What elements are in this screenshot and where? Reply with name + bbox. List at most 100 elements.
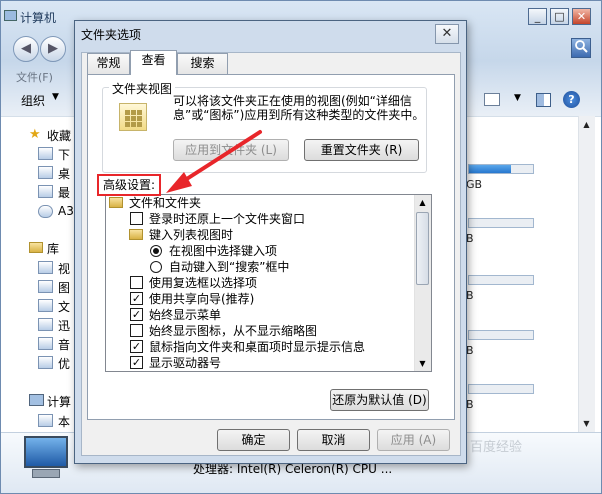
drive-size-unit: B	[466, 344, 474, 357]
sidebar-libraries[interactable]: 库	[47, 240, 59, 257]
restore-defaults-button[interactable]: 还原为默认值 (D)	[330, 389, 429, 411]
advanced-item-label: 登录时还原上一个文件夹窗口	[149, 212, 306, 226]
back-button[interactable]: ◀	[13, 36, 39, 62]
local-disk-icon	[38, 414, 53, 427]
ok-button[interactable]: 确定	[217, 429, 290, 451]
magnifier-icon	[575, 40, 588, 53]
advanced-item-label: 始终显示菜单	[149, 308, 222, 322]
favorites-star-icon: ★	[29, 127, 41, 142]
advanced-item-label: 自动键入到“搜索”框中	[169, 260, 290, 274]
scroll-up-icon[interactable]: ▲	[578, 118, 595, 132]
computer-stand-icon	[32, 469, 60, 478]
drive-size-unit: B	[466, 289, 474, 302]
sidebar-item-thunder[interactable]: 迅	[58, 317, 70, 334]
advanced-item-label: 键入列表视图时	[149, 228, 234, 242]
sidebar-item-local-disk[interactable]: 本	[58, 413, 70, 430]
advanced-item-label: 使用共享向导(推荐)	[149, 292, 255, 306]
drive-usage-bar	[468, 164, 534, 174]
thunder-download-icon	[38, 318, 53, 331]
cancel-button[interactable]: 取消	[297, 429, 370, 451]
checkbox[interactable]	[130, 276, 143, 289]
folder-view-icon	[119, 103, 147, 131]
sidebar-item-a3[interactable]: A3	[58, 204, 74, 218]
tab-general[interactable]: 常规	[87, 53, 130, 74]
folder-view-description: 可以将该文件夹正在使用的视图(例如“详细信息”或“图标”)应用到所有这种类型的文…	[173, 94, 425, 122]
computer-monitor-icon	[24, 436, 68, 468]
explorer-scrollbar[interactable]	[578, 116, 595, 433]
computer-window-icon	[4, 10, 17, 21]
checkbox[interactable]	[130, 324, 143, 337]
pictures-icon	[38, 280, 53, 293]
drive-usage-fill	[469, 165, 511, 173]
sidebar-item-videos[interactable]: 视	[58, 260, 70, 277]
maximize-button[interactable]: □	[550, 8, 569, 25]
youku-icon	[38, 356, 53, 369]
advanced-settings-items: 文件和文件夹 登录时还原上一个文件夹窗口 键入列表视图时 在视图中选择键入项 自动键入到…	[105, 194, 414, 372]
advanced-item-label: 在视图中选择键入项	[169, 244, 278, 258]
drive-usage-bar	[468, 275, 534, 285]
help-icon[interactable]: ?	[563, 91, 580, 108]
advanced-item-label: 始终显示图标，从不显示缩略图	[149, 324, 318, 338]
drive-usage-bar	[468, 218, 534, 228]
drive-size-unit: B	[466, 232, 474, 245]
preview-pane-icon[interactable]	[536, 93, 551, 107]
sidebar-item-youku[interactable]: 优	[58, 355, 70, 372]
forward-button[interactable]: ▶	[40, 36, 66, 62]
sidebar-item-documents[interactable]: 文	[58, 298, 70, 315]
advanced-item-label: 显示驱动器号	[149, 356, 222, 370]
computer-icon	[29, 394, 44, 406]
drive-size-unit: GB	[466, 178, 483, 191]
checkbox-checked[interactable]: ✓	[130, 308, 143, 321]
radio-selected[interactable]	[150, 245, 162, 257]
reset-folders-button[interactable]: 重置文件夹 (R)	[304, 139, 419, 161]
folder-icon	[109, 197, 123, 208]
sidebar-item-desktop[interactable]: 桌	[58, 165, 70, 182]
downloads-icon	[38, 147, 53, 160]
annotation-arrow-icon	[166, 130, 262, 193]
tab-search[interactable]: 搜索	[177, 53, 228, 74]
dialog-title: 文件夹选项	[81, 28, 142, 42]
scroll-up-icon[interactable]: ▲	[414, 196, 431, 210]
checkbox-checked[interactable]: ✓	[130, 356, 143, 369]
drive-size-unit: B	[466, 398, 474, 411]
apply-button[interactable]: 应用 (A)	[377, 429, 450, 451]
sidebar-favorites[interactable]: 收藏	[47, 127, 71, 144]
checkbox-checked[interactable]: ✓	[130, 340, 143, 353]
drive-usage-bar	[468, 384, 534, 394]
dialog-close-button[interactable]: ✕	[435, 24, 459, 44]
network-location-icon	[38, 205, 53, 218]
organize-caret-icon[interactable]: ▼	[52, 92, 59, 102]
sidebar-computer[interactable]: 计算	[47, 393, 71, 410]
view-options-icon[interactable]	[484, 93, 500, 106]
menu-file[interactable]: 文件(F)	[16, 69, 53, 85]
checkbox-checked[interactable]: ✓	[130, 292, 143, 305]
checkbox[interactable]	[130, 212, 143, 225]
scroll-thumb[interactable]	[416, 212, 429, 285]
organize-button[interactable]: 组织	[21, 92, 45, 109]
videos-icon	[38, 261, 53, 274]
sidebar-item-music[interactable]: 音	[58, 336, 70, 353]
tab-view[interactable]: 查看	[130, 50, 177, 75]
library-icon	[29, 242, 43, 253]
folder-icon	[129, 229, 143, 240]
folder-view-label: 文件夹视图	[109, 80, 176, 97]
minimize-button[interactable]: _	[528, 8, 547, 25]
drive-usage-bar	[468, 330, 534, 340]
watermark: 百度经验	[470, 440, 523, 455]
documents-icon	[38, 299, 53, 312]
advanced-item-label: 使用复选框以选择项	[149, 276, 258, 290]
sidebar-item-pictures[interactable]: 图	[58, 279, 70, 296]
view-caret-icon[interactable]: ▼	[514, 93, 521, 103]
desktop-icon	[38, 166, 53, 179]
explorer-title: 计算机	[20, 11, 57, 25]
sidebar-item-downloads[interactable]: 下	[58, 146, 70, 163]
sidebar-item-recent[interactable]: 最	[58, 184, 70, 201]
scroll-down-icon[interactable]: ▼	[578, 417, 595, 431]
search-icon[interactable]	[571, 38, 591, 58]
scroll-down-icon[interactable]: ▼	[414, 357, 431, 371]
recent-places-icon	[38, 185, 53, 198]
explorer-close-button[interactable]: ✕	[572, 8, 591, 25]
music-icon	[38, 337, 53, 350]
advanced-item-label: 鼠标指向文件夹和桌面项时显示提示信息	[149, 340, 366, 354]
radio[interactable]	[150, 261, 162, 273]
